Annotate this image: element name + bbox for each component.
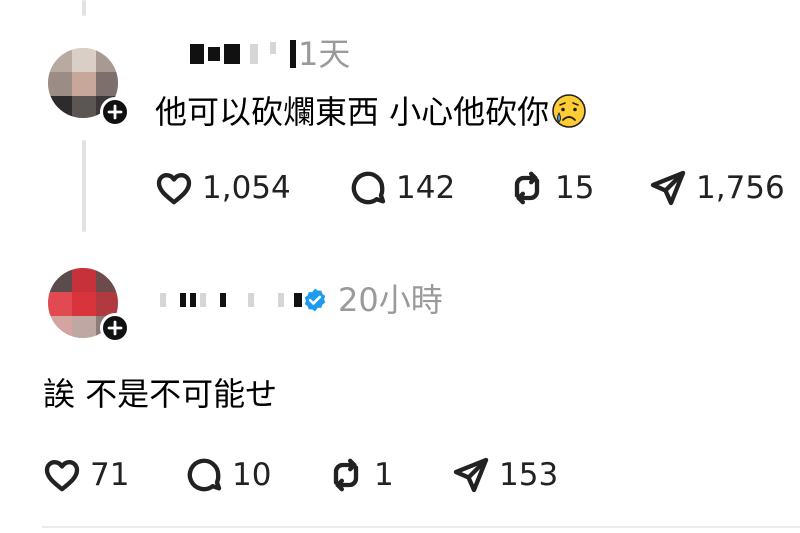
share-count: 153 xyxy=(499,457,559,493)
post-text-content: 他可以砍爛東西 小心他砍你 xyxy=(155,93,550,131)
post-timestamp[interactable]: 20小時 xyxy=(338,284,443,316)
repost-count: 1 xyxy=(374,457,394,493)
share-button[interactable]: 1,756 xyxy=(648,168,785,208)
repost-count: 15 xyxy=(555,170,595,206)
username-redacted[interactable] xyxy=(190,40,296,68)
comment-icon xyxy=(351,171,386,205)
comment-button[interactable]: 10 xyxy=(184,455,271,495)
like-count: 71 xyxy=(90,457,130,493)
like-button[interactable]: 71 xyxy=(42,455,129,495)
send-icon xyxy=(453,457,489,493)
repost-icon xyxy=(514,171,540,205)
repost-button[interactable]: 1 xyxy=(326,455,394,495)
thread-line-bottom xyxy=(82,140,86,232)
post-divider xyxy=(42,526,800,528)
like-button[interactable]: 1,054 xyxy=(154,168,291,208)
post-text: 誒 不是不可能せ xyxy=(43,375,278,413)
username-redacted[interactable] xyxy=(160,286,302,314)
verified-badge-icon xyxy=(304,288,326,312)
repost-icon xyxy=(333,458,359,492)
plus-icon xyxy=(107,320,123,336)
comment-icon xyxy=(187,458,222,492)
share-count: 1,756 xyxy=(696,170,785,206)
crying-face-icon xyxy=(552,94,586,128)
comment-count: 142 xyxy=(396,170,456,206)
heart-icon xyxy=(44,460,80,492)
repost-button[interactable]: 15 xyxy=(507,168,594,208)
send-icon xyxy=(650,170,686,206)
share-button[interactable]: 153 xyxy=(451,455,558,495)
heart-icon xyxy=(156,173,192,205)
post-timestamp[interactable]: 1天 xyxy=(298,38,350,70)
thread-line-top xyxy=(82,0,86,16)
comment-button[interactable]: 142 xyxy=(348,168,455,208)
like-count: 1,054 xyxy=(202,170,291,206)
follow-badge[interactable] xyxy=(100,97,130,127)
post-text: 他可以砍爛東西 小心他砍你 xyxy=(155,93,587,129)
follow-badge[interactable] xyxy=(100,313,130,343)
plus-icon xyxy=(107,104,123,120)
comment-count: 10 xyxy=(232,457,272,493)
